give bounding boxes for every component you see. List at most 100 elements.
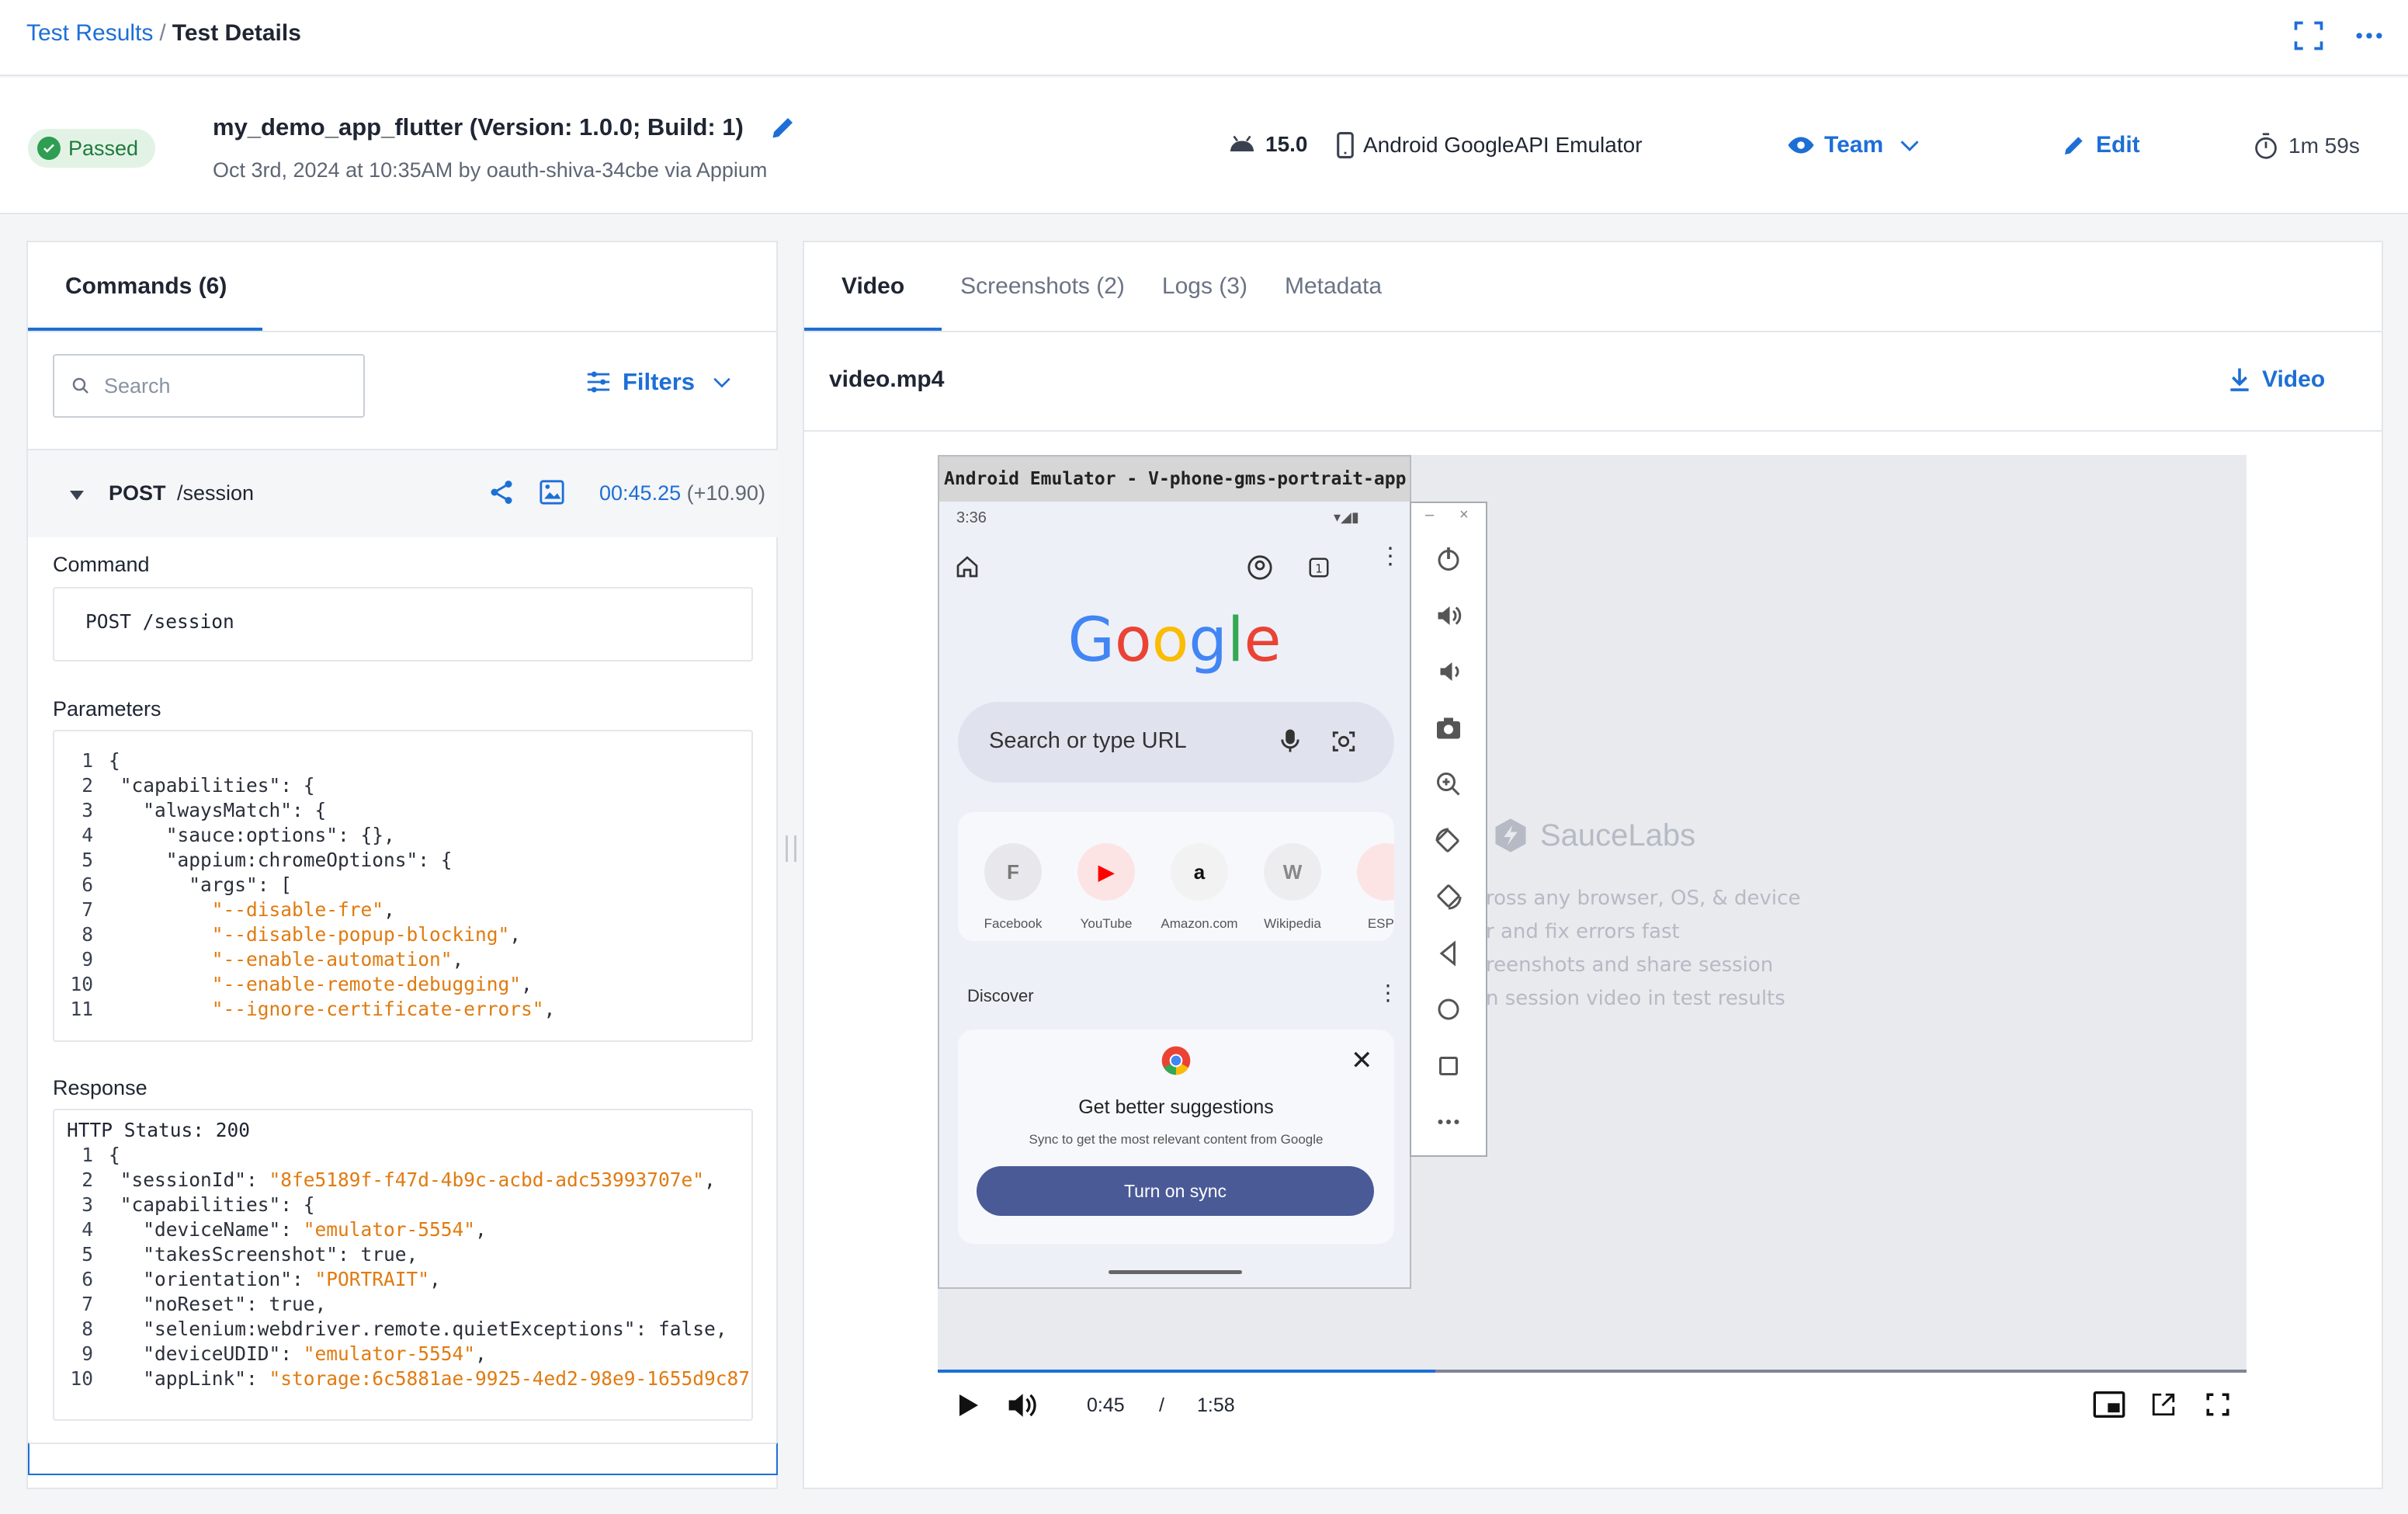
sliders-icon — [587, 371, 610, 393]
home-icon[interactable] — [955, 554, 980, 579]
caret-down-icon[interactable] — [68, 489, 85, 502]
command-label: Command — [53, 553, 150, 576]
watermark-line: r and fix errors fast — [1486, 920, 1680, 943]
tab-video[interactable]: Video — [804, 242, 942, 331]
code-line: 2 "capabilities": { — [54, 773, 751, 798]
line-number: 11 — [70, 998, 93, 1020]
filters-button[interactable]: Filters — [585, 368, 732, 396]
rotate-right-icon[interactable] — [1435, 883, 1462, 911]
time-separator: / — [1159, 1394, 1164, 1416]
overflow-menu-icon[interactable]: ⋮ — [1379, 545, 1402, 568]
line-number: 2 — [82, 774, 93, 797]
power-icon[interactable] — [1435, 545, 1462, 573]
parameters-code: 1{2 "capabilities": {3 "alwaysMatch": {4… — [53, 730, 753, 1042]
tabs-count-icon[interactable]: 1 — [1307, 556, 1331, 579]
camera-icon[interactable] — [1435, 714, 1462, 742]
open-external-icon[interactable] — [2150, 1391, 2177, 1418]
rotate-left-icon[interactable] — [1435, 827, 1462, 855]
breadcrumb-test-results-link[interactable]: Test Results — [26, 20, 153, 46]
shortcut-espn[interactable]: ESPN — [1343, 843, 1394, 932]
shortcut-facebook[interactable]: F Facebook — [970, 843, 1056, 932]
discover-label: Discover — [967, 986, 1034, 1005]
status-badge: Passed — [28, 129, 156, 168]
shortcut-icon: a — [1171, 843, 1228, 901]
zoom-icon[interactable] — [1435, 770, 1462, 798]
tab-commands[interactable]: Commands (6) — [28, 242, 263, 331]
code-punct: , — [509, 923, 522, 946]
resize-handle[interactable] — [786, 835, 796, 862]
line-number: 8 — [82, 1318, 93, 1340]
edit-button[interactable]: Edit — [2062, 132, 2140, 158]
code-line: 5 "takesScreenshot": true, — [54, 1242, 751, 1267]
code-line: 9 "deviceUDID": "emulator-5554", — [54, 1342, 751, 1366]
code-string: "emulator-5554" — [303, 1342, 476, 1365]
close-icon[interactable]: × — [1459, 506, 1469, 524]
command-time-delta: (+10.90) — [686, 481, 765, 505]
account-icon[interactable] — [1247, 554, 1273, 581]
minimize-icon[interactable]: – — [1425, 506, 1434, 524]
pencil-icon — [2065, 137, 2083, 155]
search-input[interactable]: Search — [53, 354, 365, 418]
line-number: 5 — [82, 1243, 93, 1266]
play-icon[interactable] — [958, 1393, 980, 1418]
picture-in-picture-icon[interactable] — [2093, 1391, 2125, 1418]
home-button-icon[interactable] — [1435, 995, 1462, 1023]
microphone-icon[interactable] — [1281, 728, 1299, 753]
visibility-dropdown[interactable]: Team — [1787, 132, 1921, 158]
share-icon[interactable] — [487, 478, 515, 506]
filters-label: Filters — [623, 368, 696, 395]
code-text: "appLink": — [109, 1367, 269, 1390]
lens-icon[interactable] — [1331, 728, 1357, 755]
download-video-button[interactable]: Video — [2228, 366, 2325, 393]
shortcut-youtube[interactable]: ▶ YouTube — [1063, 843, 1149, 932]
code-string: "--disable-popup-blocking" — [211, 923, 510, 946]
tab-screenshots[interactable]: Screenshots (2) — [942, 242, 1143, 331]
fullscreen-icon[interactable] — [2292, 19, 2326, 53]
code-line: 7 "--disable-fre", — [54, 898, 751, 922]
line-number: 3 — [82, 1193, 93, 1216]
edit-label: Edit — [2096, 132, 2140, 158]
code-punct: , — [452, 948, 464, 971]
line-number: 6 — [82, 1268, 93, 1290]
overview-icon[interactable] — [1435, 1052, 1462, 1080]
test-name: my_demo_app_flutter (Version: 1.0.0; Bui… — [213, 113, 797, 141]
shortcuts-card: F Facebook ▶ YouTube a Amazon.com W Wikipedia ES… — [958, 812, 1394, 941]
pencil-icon[interactable] — [769, 113, 797, 141]
code-line: 8 "selenium:webdriver.remote.quietExcept… — [54, 1317, 751, 1342]
download-label: Video — [2262, 366, 2326, 392]
command-row[interactable]: POST /session 00:45.25 (+10.90) — [28, 449, 778, 537]
response-lines: 1{2 "sessionId": "8fe5189f-f47d-4b9c-acb… — [54, 1143, 751, 1391]
saucelabs-logo-icon — [1495, 818, 1526, 852]
volume-down-icon[interactable] — [1435, 658, 1462, 686]
more-controls-icon[interactable] — [1435, 1108, 1462, 1136]
shortcut-wikipedia[interactable]: W Wikipedia — [1250, 843, 1335, 932]
svg-text:1: 1 — [1315, 561, 1323, 575]
more-options-icon[interactable] — [2352, 19, 2386, 53]
tab-metadata[interactable]: Metadata — [1266, 242, 1400, 331]
time-total: 1:58 — [1197, 1394, 1235, 1416]
breadcrumb-separator: / — [159, 20, 166, 46]
video-fullscreen-icon[interactable] — [2205, 1391, 2231, 1418]
code-line: 8 "--disable-popup-blocking", — [54, 922, 751, 947]
emulator-window: Android Emulator - V-phone-gms-portrait-… — [938, 455, 1411, 1289]
discover-menu-icon[interactable]: ⋮ — [1377, 980, 1399, 1005]
signal-icon: ▾◢▮ — [1334, 509, 1359, 525]
turn-on-sync-button[interactable]: Turn on sync — [977, 1166, 1374, 1216]
volume-icon[interactable] — [1006, 1391, 1037, 1419]
watermark-line: n session video in test results — [1486, 987, 1785, 1010]
omnibox[interactable]: Search or type URL — [958, 702, 1394, 783]
line-number: 4 — [82, 1218, 93, 1241]
close-card-icon[interactable]: ✕ — [1351, 1045, 1373, 1076]
code-text: "noReset": true, — [109, 1293, 327, 1315]
emulator-title: Android Emulator - V-phone-gms-portrait-… — [939, 457, 1410, 502]
tab-logs[interactable]: Logs (3) — [1143, 242, 1266, 331]
code-text: "deviceUDID": — [109, 1342, 304, 1365]
status-clock: 3:36 — [956, 509, 987, 526]
parameters-label: Parameters — [53, 697, 161, 721]
panel-footer — [28, 1443, 778, 1475]
image-icon[interactable] — [539, 479, 565, 505]
volume-up-icon[interactable] — [1435, 602, 1462, 630]
back-icon[interactable] — [1435, 939, 1462, 967]
shortcut-amazoncom[interactable]: a Amazon.com — [1157, 843, 1242, 932]
